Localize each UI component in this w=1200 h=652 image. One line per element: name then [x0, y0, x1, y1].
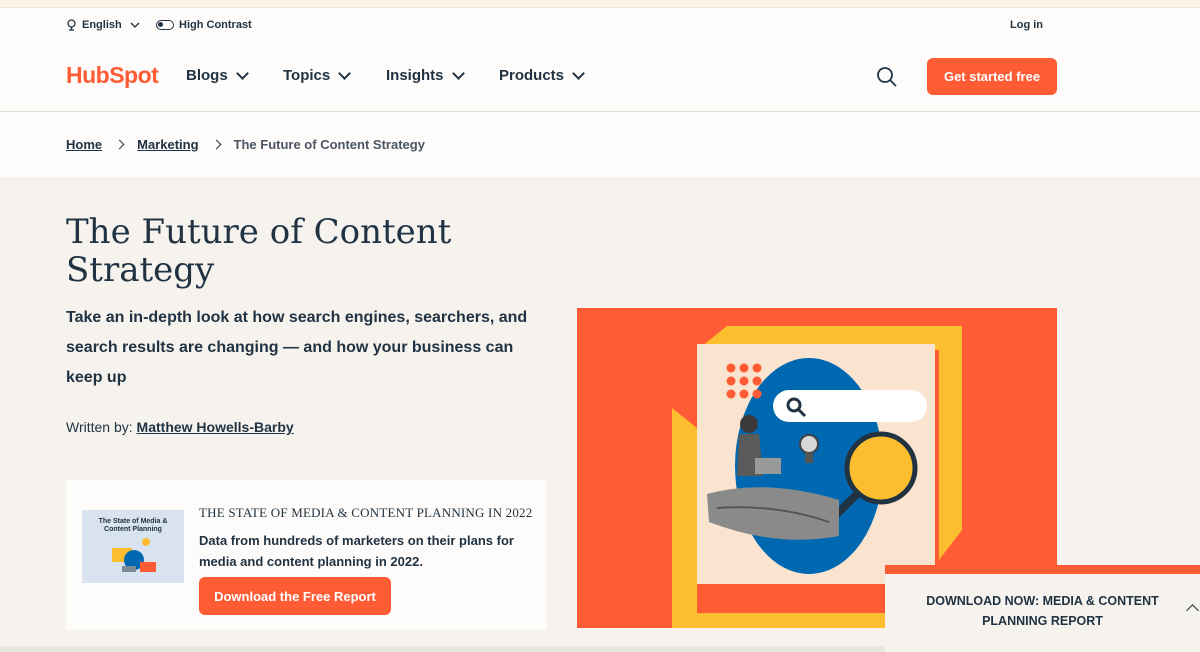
search-button[interactable] [876, 66, 898, 88]
chevron-right-icon [211, 139, 221, 150]
byline-prefix: Written by: [66, 419, 133, 435]
chevron-down-icon [130, 22, 140, 28]
nav-item-insights[interactable]: Insights [386, 66, 465, 84]
top-strip [0, 0, 1200, 8]
article-subtitle: Take an in-depth look at how search engi… [66, 309, 528, 386]
page-scroll-edge [0, 646, 885, 652]
chevron-down-icon [235, 66, 249, 80]
nav-item-label: Products [499, 67, 565, 84]
nav-item-label: Insights [386, 67, 444, 84]
nav-item-label: Blogs [186, 67, 228, 84]
promo-description: Data from hundreds of marketers on their… [199, 533, 514, 569]
hubspot-logo[interactable]: HubSpot [66, 62, 159, 89]
chevron-up-icon[interactable] [1186, 604, 1199, 617]
nav-item-topics[interactable]: Topics [283, 66, 352, 84]
language-selector[interactable]: English [66, 19, 140, 31]
chevron-down-icon [338, 66, 352, 80]
download-sticky-banner[interactable]: DOWNLOAD NOW: MEDIA & CONTENT PLANNING R… [885, 565, 1200, 652]
main-navigation: HubSpot Blogs Topics Insights Products G… [0, 44, 1200, 112]
sticky-banner-text: DOWNLOAD NOW: MEDIA & CONTENT PLANNING R… [926, 594, 1159, 628]
chevron-right-icon [114, 139, 125, 150]
chevron-down-icon [451, 66, 465, 80]
byline: Written by: Matthew Howells-Barby [66, 419, 294, 435]
login-link[interactable]: Log in [1010, 19, 1043, 31]
thumbnail-illustration [112, 538, 156, 572]
high-contrast-toggle[interactable]: High Contrast [156, 19, 252, 31]
report-thumbnail: The State of Media & Content Planning [82, 510, 184, 583]
breadcrumb: Home Marketing The Future of Content Str… [0, 112, 1200, 177]
breadcrumb-home[interactable]: Home [66, 137, 102, 152]
nav-item-label: Topics [283, 67, 331, 84]
page-title: The Future of Content Strategy [66, 212, 452, 290]
breadcrumb-current: The Future of Content Strategy [233, 137, 425, 152]
globe-icon [67, 19, 76, 31]
get-started-button[interactable]: Get started free [927, 58, 1057, 95]
search-icon [877, 67, 897, 87]
login-label: Log in [1010, 19, 1043, 31]
nav-item-blogs[interactable]: Blogs [186, 66, 249, 84]
breadcrumb-marketing[interactable]: Marketing [137, 137, 198, 152]
language-label: English [82, 19, 122, 31]
logo-text: HubSpot [66, 62, 159, 88]
high-contrast-label: High Contrast [179, 19, 252, 31]
toggle-icon [156, 20, 174, 30]
promo-heading: THE STATE OF MEDIA & CONTENT PLANNING IN… [199, 505, 533, 520]
utility-bar: English High Contrast Log in [0, 8, 1200, 44]
nav-item-products[interactable]: Products [499, 66, 585, 84]
report-promo-card: The State of Media & Content Planning TH… [66, 480, 547, 630]
chevron-down-icon [572, 66, 585, 80]
download-report-button[interactable]: Download the Free Report [199, 577, 391, 615]
author-link[interactable]: Matthew Howells-Barby [137, 419, 294, 435]
